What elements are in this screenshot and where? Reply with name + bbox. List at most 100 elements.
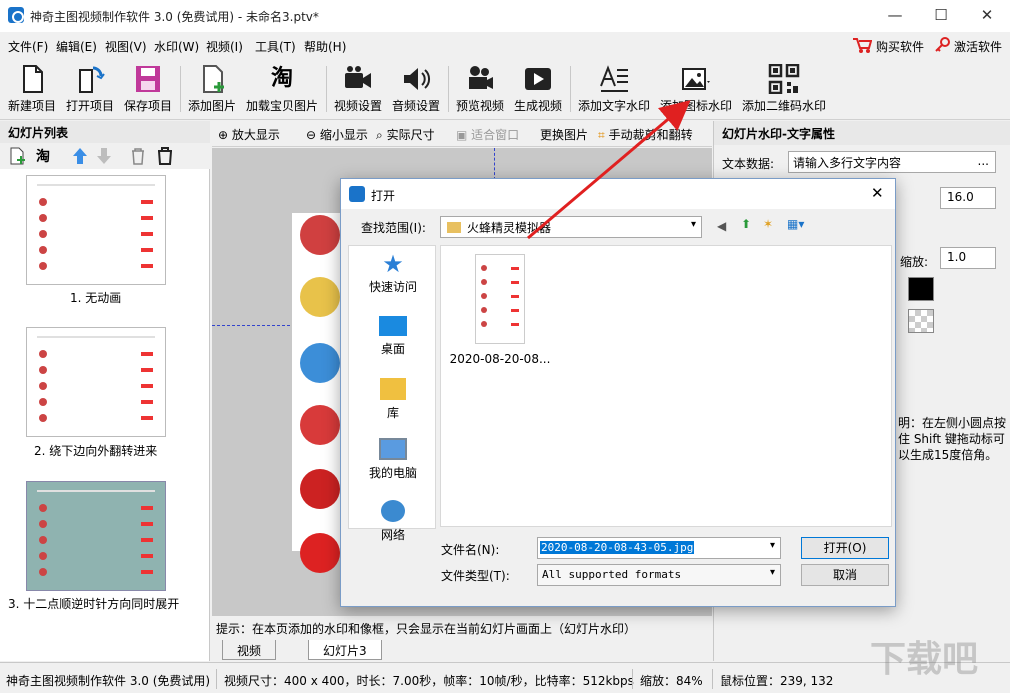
menu-file[interactable]: 文件(F) [8, 38, 48, 55]
menu-video[interactable]: 视频(I) [206, 38, 243, 55]
add-slide-icon[interactable] [8, 147, 26, 168]
play-video-icon [525, 68, 551, 90]
close-button[interactable]: ✕ [964, 0, 1010, 32]
slide-list-panel: 幻灯片列表 淘 1. 无动画 2. 绕下边向外翻转进来 3. 十二点顺逆时针方向… [0, 121, 210, 661]
zoom-out-button[interactable]: ⊖ 缩小显示 [306, 126, 368, 143]
image-watermark-icon [682, 68, 710, 90]
chevron-down-icon: ▾ [769, 540, 775, 551]
audio-settings-button[interactable]: 音频设置 [388, 60, 444, 118]
bottom-tabs: 视频 幻灯片3 [212, 640, 712, 662]
place-desktop[interactable]: 桌面 [349, 314, 437, 357]
tab-video[interactable]: 视频 [222, 640, 277, 660]
look-in-dropdown[interactable]: 火蜂精灵模拟器 ▾ [440, 216, 702, 238]
filetype-dropdown[interactable]: All supported formats ▾ [537, 564, 781, 586]
add-icon-watermark-button[interactable]: 添加图标水印 [656, 60, 736, 118]
chevron-down-icon: ▾ [690, 219, 696, 230]
status-separator [712, 669, 713, 689]
toolbar-separator [326, 66, 327, 112]
move-down-icon[interactable] [96, 147, 112, 168]
menu-tools[interactable]: 工具(T) [255, 38, 296, 55]
buy-software-link[interactable]: 购买软件 [876, 38, 924, 55]
clear-all-icon[interactable] [156, 147, 174, 168]
status-zoom: 缩放：84% [640, 674, 703, 688]
slide-thumbnail-3[interactable] [26, 481, 166, 591]
text-data-label: 文本数据: [722, 157, 775, 171]
actual-size-button[interactable]: ⌕ 实际尺寸 [376, 126, 435, 143]
toolbar-separator [448, 66, 449, 112]
maximize-button[interactable]: ☐ [918, 0, 964, 32]
scale-spinner[interactable]: 1.0 [940, 247, 996, 269]
cancel-button[interactable]: 取消 [801, 564, 889, 586]
menu-view[interactable]: 视图(V) [105, 38, 147, 55]
chevron-down-icon: ▾ [769, 567, 775, 578]
place-quick-access[interactable]: ★ 快速访问 [349, 250, 437, 295]
preview-video-button[interactable]: 预览视频 [452, 60, 508, 118]
load-taobao-image-button[interactable]: 淘 加载宝贝图片 [242, 60, 322, 118]
qrcode-icon [768, 64, 800, 94]
dialog-close-button[interactable]: ✕ [871, 184, 884, 202]
background-color-swatch[interactable] [908, 309, 934, 333]
save-disk-icon [136, 66, 160, 92]
new-project-button[interactable]: 新建项目 [4, 60, 60, 118]
activate-software-link[interactable]: 激活软件 [954, 38, 1002, 55]
video-camera-icon [345, 66, 371, 88]
text-watermark-icon [600, 65, 628, 92]
slide-label-3: 3. 十二点顺逆时针方向同时展开 [8, 597, 180, 611]
slide-image [292, 213, 342, 573]
dialog-app-icon [349, 186, 365, 202]
file-item[interactable]: 2020-08-20-08... [445, 254, 555, 366]
add-image-button[interactable]: 添加图片 [184, 60, 240, 118]
save-project-button[interactable]: 保存项目 [120, 60, 176, 118]
new-folder-icon[interactable]: ✶ [763, 217, 773, 231]
delete-icon[interactable] [130, 147, 146, 168]
help-note: 明：在左侧小圆点按住 Shift 键拖动标可以生成15度倍角。 [898, 416, 1007, 462]
tab-slide3[interactable]: 幻灯片3 [308, 640, 382, 660]
look-in-label: 查找范围(I): [361, 221, 426, 235]
cart-icon [852, 36, 873, 57]
computer-icon [379, 438, 407, 460]
ellipsis-button[interactable]: ... [978, 154, 989, 168]
view-menu-icon[interactable]: ▦▾ [787, 217, 804, 231]
back-icon[interactable]: ◀ [717, 219, 726, 233]
toolbar-separator [570, 66, 571, 112]
place-computer[interactable]: 我的电脑 [349, 436, 437, 481]
video-settings-button[interactable]: 视频设置 [330, 60, 386, 118]
taobao-small-icon[interactable]: 淘 [36, 146, 50, 166]
open-button[interactable]: 打开(O) [801, 537, 889, 559]
text-data-input[interactable]: 请输入多行文字内容... [788, 151, 996, 173]
avatar [300, 343, 340, 383]
place-network[interactable]: 网络 [349, 498, 437, 543]
menu-watermark[interactable]: 水印(W) [154, 38, 199, 55]
scale-label: 缩放: [900, 255, 929, 269]
dialog-title-bar: 打开 ✕ [341, 179, 895, 209]
add-qrcode-watermark-button[interactable]: 添加二维码水印 [738, 60, 830, 118]
folder-icon [447, 222, 461, 233]
fit-window-button[interactable]: ▣ 适合窗口 [456, 126, 519, 143]
window-title: 神奇主图视频制作软件 3.0 (免费试用) - 未命名3.ptv* [30, 10, 319, 24]
slide-label-2: 2. 绕下边向外翻转进来 [34, 444, 158, 458]
minimize-button[interactable]: — [872, 0, 918, 32]
place-library[interactable]: 库 [349, 376, 437, 421]
menu-help[interactable]: 帮助(H) [304, 38, 346, 55]
open-project-button[interactable]: 打开项目 [62, 60, 118, 118]
add-text-watermark-button[interactable]: 添加文字水印 [574, 60, 654, 118]
filetype-label: 文件类型(T): [441, 569, 510, 583]
move-up-icon[interactable] [72, 147, 88, 168]
zoom-in-button[interactable]: ⊕ 放大显示 [218, 126, 280, 143]
up-folder-icon[interactable]: ⬆ [741, 217, 751, 231]
text-color-swatch[interactable] [908, 277, 934, 301]
filename-input[interactable]: 2020-08-20-08-43-05.jpg ▾ [537, 537, 781, 559]
film-camera-icon [469, 66, 493, 89]
replace-image-button[interactable]: 更换图片 [540, 126, 588, 143]
speaker-icon [404, 68, 431, 90]
menu-bar: 文件(F) 编辑(E) 视图(V) 水印(W) 视频(I) 工具(T) 帮助(H… [0, 32, 1010, 58]
crop-flip-button[interactable]: ⌗ 手动裁剪和翻转 [598, 126, 693, 143]
font-size-spinner[interactable]: 16.0 [940, 187, 996, 209]
library-icon [380, 378, 406, 400]
menu-edit[interactable]: 编辑(E) [56, 38, 97, 55]
slide-thumbnail-2[interactable] [26, 327, 166, 437]
generate-video-button[interactable]: 生成视频 [510, 60, 566, 118]
canvas-toolbar: ⊕ 放大显示 ⊖ 缩小显示 ⌕ 实际尺寸 ▣ 适合窗口 更换图片 ⌗ 手动裁剪和… [212, 121, 712, 147]
slide-thumbnail-1[interactable] [26, 175, 166, 285]
add-image-icon [203, 65, 224, 93]
